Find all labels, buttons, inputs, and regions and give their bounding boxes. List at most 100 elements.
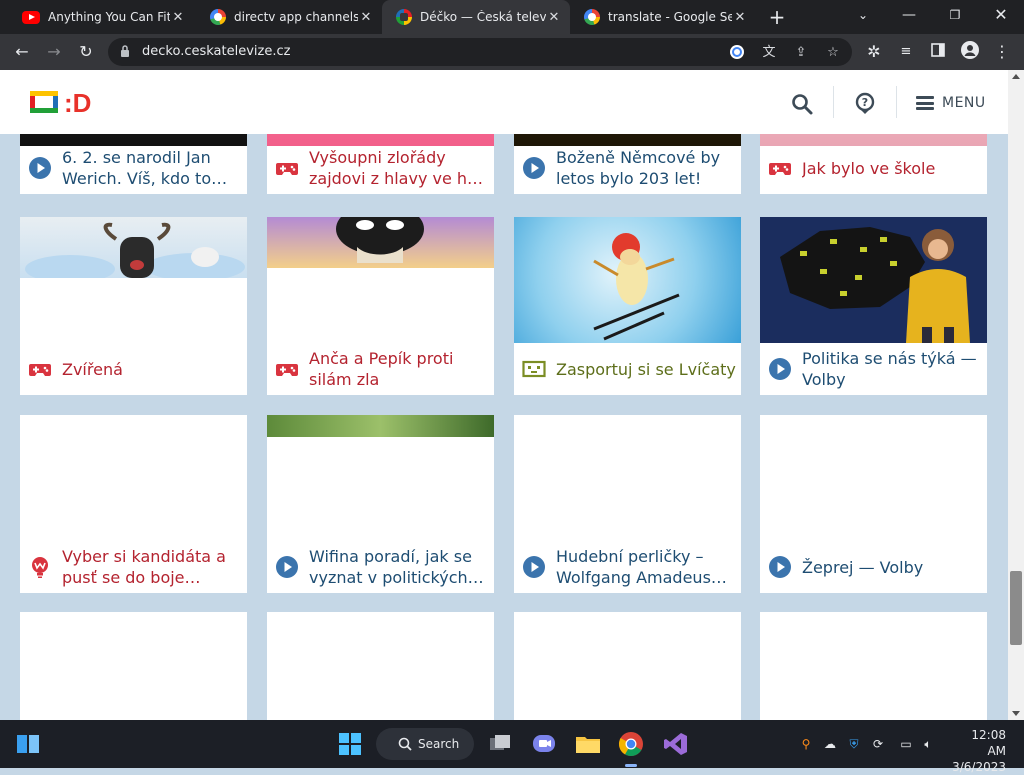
menu-label: MENU (942, 95, 986, 111)
visual-studio-icon[interactable] (662, 730, 690, 758)
browser-tab-youtube[interactable]: Anything You Can Fit In ✕ (8, 0, 194, 34)
villain-illustration (336, 217, 424, 263)
help-icon[interactable]: ? (853, 91, 877, 115)
card-title: Zvířená (62, 359, 123, 379)
card-caption: Politika se nás týká — Volby (768, 343, 982, 395)
content-card[interactable]: Vyber si kandidáta a pusť se do boje… (20, 415, 247, 593)
lock-icon[interactable] (120, 44, 130, 58)
tab-title: directv app channels - (234, 10, 358, 24)
play-video-icon (523, 157, 545, 179)
security-shield-icon[interactable]: ⛨ (846, 736, 862, 752)
content-card[interactable] (760, 612, 987, 720)
file-explorer-icon[interactable] (574, 730, 602, 758)
close-tab-icon[interactable]: ✕ (170, 10, 186, 25)
taskbar-search[interactable]: Search (376, 728, 474, 760)
content-card[interactable] (20, 612, 247, 720)
browser-tab-translate[interactable]: translate - Google Sear ✕ (570, 0, 756, 34)
search-tray-icon[interactable]: ⚲ (798, 736, 814, 752)
scroll-up-arrow[interactable] (1012, 74, 1020, 79)
maximize-button[interactable]: ❐ (932, 0, 978, 30)
card-caption: 6. 2. se narodil Jan Werich. Víš, kdo to… (28, 142, 242, 194)
youtube-icon (22, 10, 40, 24)
card-caption: Wifina poradí, jak se vyznat v politický… (275, 541, 489, 593)
quiz-bulb-icon (32, 557, 48, 578)
close-window-button[interactable]: ✕ (978, 0, 1024, 30)
content-card[interactable]: Žeprej — Volby (760, 415, 987, 593)
content-card[interactable] (514, 612, 741, 720)
card-thumbnail (267, 415, 494, 437)
play-video-icon (769, 358, 791, 380)
volume-icon[interactable]: 🔈︎ (920, 736, 936, 752)
card-title: Boženě Němcové by letos bylo 203 let! (556, 148, 721, 188)
new-tab-button[interactable]: + (766, 6, 788, 28)
browser-tab-decko[interactable]: Déčko — Česká televize ✕ (382, 0, 570, 34)
extensions-icon[interactable]: ✲ (862, 41, 886, 63)
teams-chat-icon[interactable] (530, 730, 558, 758)
play-video-icon (523, 556, 545, 578)
tab-search-button[interactable]: ⌄ (840, 0, 886, 30)
czech-map-illustration (780, 227, 970, 343)
content-card[interactable]: Wifina poradí, jak se vyznat v politický… (267, 415, 494, 593)
address-bar[interactable]: decko.ceskatelevize.cz 文 ⇪ ☆ (108, 38, 852, 66)
back-button[interactable]: ← (10, 41, 34, 63)
media-controls-icon[interactable]: ≡ (894, 41, 918, 63)
sync-error-icon[interactable]: ⟳ (870, 736, 886, 752)
card-title: Vyšoupni zlořády zajdovi z hlavy ve h… (309, 148, 484, 188)
content-card[interactable]: Zvířená (20, 217, 247, 395)
menu-button[interactable]: MENU (916, 90, 986, 116)
search-icon (398, 737, 412, 751)
content-card[interactable]: Anča a Pepík proti silám zla (267, 217, 494, 395)
task-view-icon[interactable] (486, 730, 514, 758)
card-caption: Zasportuj si se Lvíčaty (522, 343, 736, 395)
card-title: 6. 2. se narodil Jan Werich. Víš, kdo to… (62, 148, 228, 188)
card-title: Vyber si kandidáta a pusť se do boje… (62, 547, 226, 587)
chrome-menu-icon[interactable]: ⋮ (990, 41, 1014, 63)
google-icon (584, 9, 600, 25)
windows-start-icon[interactable] (336, 730, 364, 758)
card-caption: Vyber si kandidáta a pusť se do boje… (28, 541, 242, 593)
bookmark-star-icon[interactable]: ☆ (824, 44, 842, 62)
close-tab-icon[interactable]: ✕ (358, 10, 374, 25)
card-title: Jak bylo ve škole (802, 158, 936, 178)
chrome-icon[interactable] (617, 730, 645, 758)
url-text[interactable]: decko.ceskatelevize.cz (142, 44, 290, 59)
content-card[interactable]: Politika se nás týká — Volby (760, 217, 987, 395)
clock-date: 3/6/2023 (952, 760, 1006, 774)
page-scrollbar[interactable] (1008, 70, 1024, 720)
content-card[interactable]: Hudební perličky – Wolfgang Amadeus… (514, 415, 741, 593)
translate-icon[interactable]: 文 (760, 44, 778, 62)
gamepad-icon (276, 364, 298, 376)
onedrive-offline-icon[interactable]: ☁ (822, 736, 838, 752)
search-icon[interactable] (790, 92, 814, 116)
close-tab-icon[interactable]: ✕ (546, 10, 562, 25)
minimize-button[interactable]: — (886, 0, 932, 30)
card-title: Zasportuj si se Lvíčaty (556, 359, 736, 379)
card-title: Politika se nás týká — Volby (802, 349, 977, 389)
browser-tab-directv[interactable]: directv app channels - ✕ (196, 0, 382, 34)
content-card[interactable]: Zasportuj si se Lvíčaty (514, 217, 741, 395)
close-tab-icon[interactable]: ✕ (732, 10, 748, 25)
forward-button[interactable]: → (42, 41, 66, 63)
card-caption: Boženě Němcové by letos bylo 203 let! (522, 142, 736, 194)
tab-title: Déčko — Česká televize (420, 10, 546, 24)
page-viewport: :D ? MENU 6. 2. se narodil Jan Werich. V… (0, 70, 1008, 720)
share-icon[interactable]: ⇪ (792, 44, 810, 62)
google-lens-icon[interactable] (728, 44, 746, 62)
card-caption: Vyšoupni zlořády zajdovi z hlavy ve h… (275, 142, 489, 194)
header-divider (896, 86, 897, 118)
decko-logo[interactable]: :D (26, 86, 118, 118)
clock-time: 12:08 AM (971, 728, 1006, 758)
content-card[interactable] (267, 612, 494, 720)
reload-button[interactable]: ↻ (74, 41, 98, 63)
widgets-icon[interactable] (14, 730, 42, 758)
display-icon[interactable]: ▭ (898, 736, 914, 752)
tab-title: translate - Google Sear (608, 10, 732, 24)
card-caption: Jak bylo ve škole (768, 142, 982, 194)
play-video-icon (769, 556, 791, 578)
card-thumbnail (514, 217, 741, 343)
profile-avatar-icon[interactable] (958, 41, 982, 63)
scrollbar-thumb[interactable] (1010, 571, 1022, 645)
svg-text:?: ? (862, 96, 868, 109)
side-panel-icon[interactable] (926, 41, 950, 63)
scroll-down-arrow[interactable] (1012, 711, 1020, 716)
